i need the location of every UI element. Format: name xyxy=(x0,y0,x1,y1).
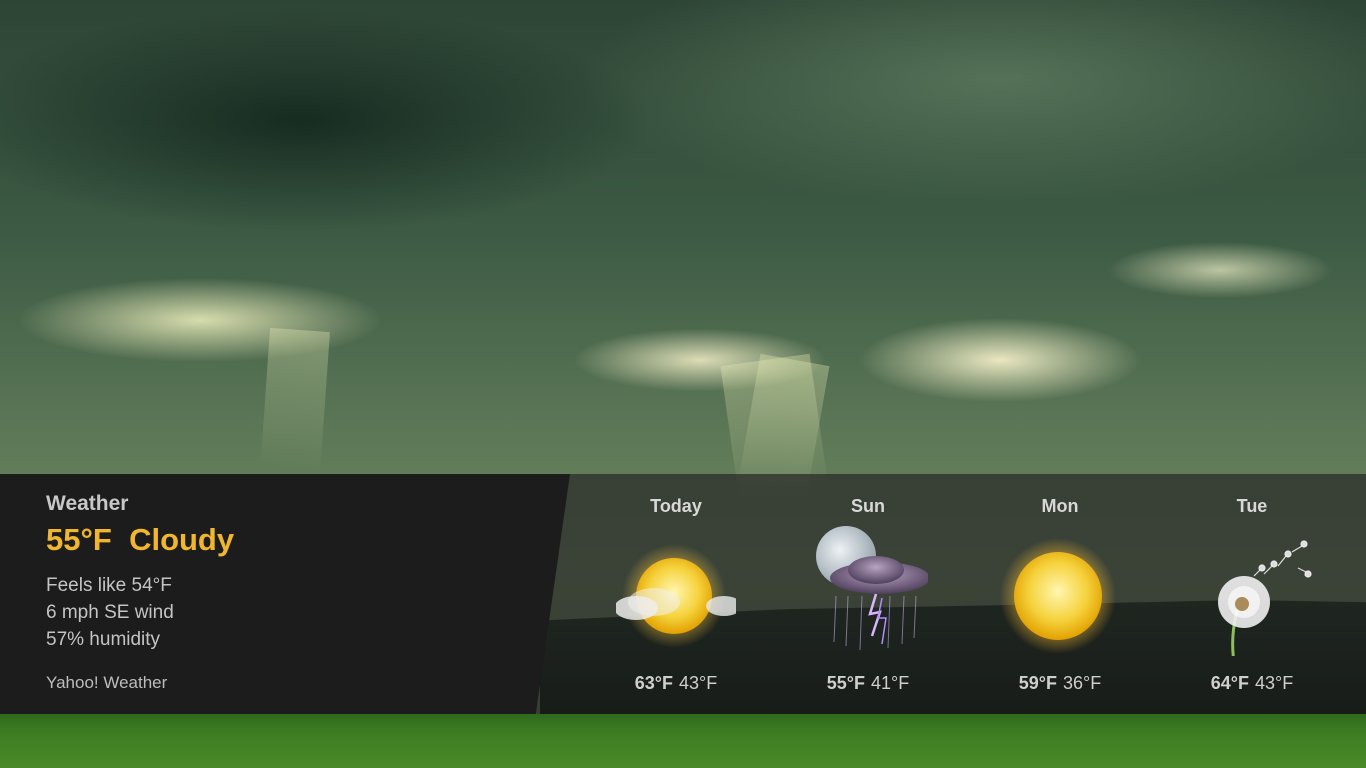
forecast-day-mon[interactable]: Mon 59°F 36°F xyxy=(960,474,1160,714)
forecast-high: 63°F xyxy=(634,673,673,693)
app-title: Weather xyxy=(46,492,129,515)
forecast-day-today[interactable]: Today 63°F 43°F xyxy=(576,474,776,714)
forecast-day-name: Today xyxy=(650,496,702,516)
current-temperature: 55°F xyxy=(46,522,112,557)
forecast-low: 36°F xyxy=(1063,673,1102,693)
forecast-day-name: Tue xyxy=(1236,496,1268,516)
current-temperature-condition: 55°F Cloudy xyxy=(46,522,234,558)
forecast-temps: 64°F 43°F xyxy=(1152,673,1352,694)
wind-text: 6 mph SE wind xyxy=(46,602,174,623)
forecast-day-name: Sun xyxy=(851,496,885,516)
sun-icon xyxy=(1000,538,1116,654)
forecast-low: 43°F xyxy=(679,673,718,693)
forecast-day-tue[interactable]: Tue 64°F 43°F xyxy=(1152,474,1352,714)
forecast-high: 55°F xyxy=(826,673,865,693)
night-thunderstorm-icon xyxy=(816,526,928,651)
sun-with-clouds-icon xyxy=(616,544,736,648)
forecast-low: 41°F xyxy=(871,673,910,693)
humidity-text: 57% humidity xyxy=(46,629,161,650)
forecast-low: 43°F xyxy=(1255,673,1294,693)
grass-field xyxy=(0,714,1366,768)
dandelion-windy-icon xyxy=(1218,540,1312,656)
feels-like-text: Feels like 54°F xyxy=(46,575,172,596)
forecast-temps: 59°F 36°F xyxy=(960,673,1160,694)
cloudy-sky-background: Weather 55°F Cloudy Feels like 54°F 6 mp… xyxy=(0,0,1366,768)
source-link[interactable]: Yahoo! Weather xyxy=(46,673,167,693)
forecast-temps: 63°F 43°F xyxy=(576,673,776,694)
forecast-day-name: Mon xyxy=(1041,496,1079,516)
current-condition: Cloudy xyxy=(129,522,235,557)
forecast-day-sun[interactable]: Sun 55°F 41°F xyxy=(768,474,968,714)
forecast-high: 64°F xyxy=(1210,673,1249,693)
forecast-high: 59°F xyxy=(1018,673,1057,693)
light-ray xyxy=(260,327,330,472)
forecast-temps: 55°F 41°F xyxy=(768,673,968,694)
